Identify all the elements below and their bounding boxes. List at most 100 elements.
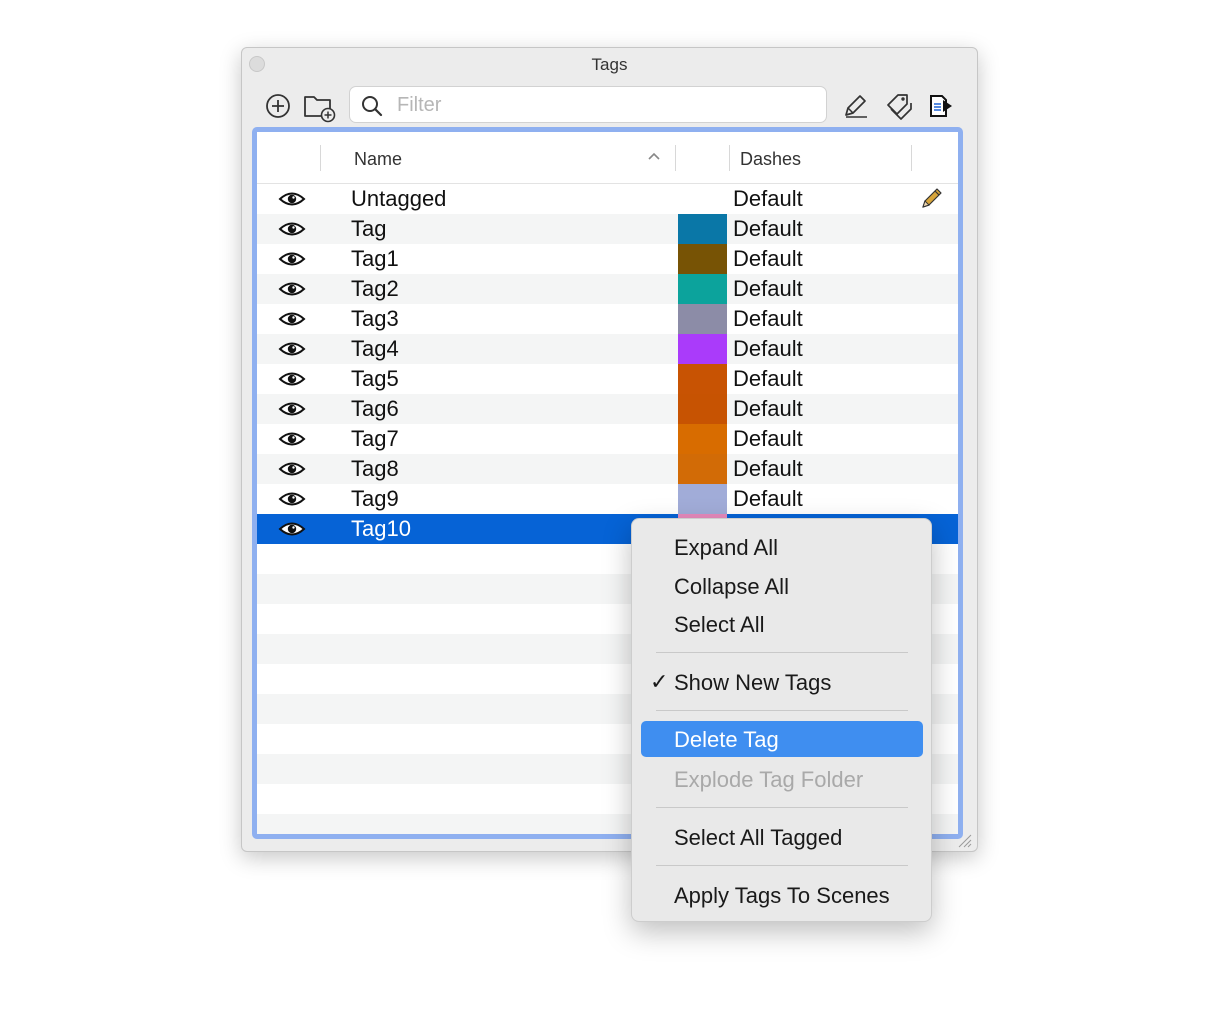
search-icon bbox=[362, 96, 383, 117]
column-header-dashes[interactable]: Dashes bbox=[740, 149, 801, 170]
eye-icon[interactable] bbox=[278, 460, 306, 478]
menu-item-apply-tags-to-scenes[interactable]: Apply Tags To Scenes bbox=[641, 877, 923, 913]
menu-item-select-all[interactable]: Select All bbox=[641, 606, 923, 642]
add-tag-button[interactable] bbox=[259, 88, 297, 124]
tag-name: Tag9 bbox=[351, 486, 399, 511]
menu-separator bbox=[656, 807, 908, 808]
tag-name: Tag bbox=[351, 216, 387, 241]
tag-color-swatch[interactable] bbox=[678, 244, 727, 274]
table-header: Name Dashes bbox=[257, 132, 958, 184]
tag-dashes[interactable]: Default bbox=[733, 486, 803, 512]
menu-item-expand-all[interactable]: Expand All bbox=[641, 529, 923, 565]
tag-dashes[interactable]: Default bbox=[733, 216, 803, 242]
column-separator bbox=[911, 145, 912, 171]
tag-name: Tag1 bbox=[351, 246, 399, 271]
tag-color-swatch[interactable] bbox=[678, 364, 727, 394]
eye-icon[interactable] bbox=[278, 280, 306, 298]
eye-icon[interactable] bbox=[278, 490, 306, 508]
menu-item-label: Expand All bbox=[674, 535, 778, 560]
menu-item-label: Delete Tag bbox=[674, 727, 779, 752]
tag-name: Tag3 bbox=[351, 306, 399, 331]
tag-name: Tag7 bbox=[351, 426, 399, 451]
tags-icon bbox=[887, 94, 912, 120]
add-tag-folder-button[interactable] bbox=[300, 88, 338, 124]
tag-name: Tag6 bbox=[351, 396, 399, 421]
eye-icon[interactable] bbox=[278, 190, 306, 208]
tag-row[interactable]: Tag5 Default bbox=[257, 364, 958, 394]
tag-color-swatch[interactable] bbox=[678, 484, 727, 514]
tag-dashes[interactable]: Default bbox=[733, 186, 803, 212]
tag-name: Untagged bbox=[351, 186, 447, 211]
pencil-tag-icon bbox=[845, 95, 867, 118]
plus-circle-icon bbox=[266, 94, 290, 118]
eye-icon[interactable] bbox=[278, 220, 306, 238]
tag-dashes[interactable]: Default bbox=[733, 276, 803, 302]
eye-icon[interactable] bbox=[278, 520, 306, 538]
eye-icon[interactable] bbox=[278, 340, 306, 358]
menu-item-label: Select All bbox=[674, 612, 765, 637]
tag-row[interactable]: Tag3 Default bbox=[257, 304, 958, 334]
menu-item-label: Explode Tag Folder bbox=[674, 767, 864, 792]
checkmark-icon: ✓ bbox=[650, 669, 669, 694]
tag-color-swatch[interactable] bbox=[678, 304, 727, 334]
tag-row[interactable]: Tag8 Default bbox=[257, 454, 958, 484]
title-bar: Tags bbox=[242, 48, 977, 80]
tag-color-swatch[interactable] bbox=[678, 424, 727, 454]
menu-separator bbox=[656, 652, 908, 653]
pencil-icon[interactable] bbox=[919, 187, 943, 211]
tags-button[interactable] bbox=[880, 88, 918, 124]
menu-separator bbox=[656, 865, 908, 866]
menu-item-label: Collapse All bbox=[674, 574, 789, 599]
eye-icon[interactable] bbox=[278, 400, 306, 418]
tag-color-swatch[interactable] bbox=[678, 214, 727, 244]
filter-input[interactable] bbox=[395, 91, 819, 120]
tag-dashes[interactable]: Default bbox=[733, 306, 803, 332]
eye-icon[interactable] bbox=[278, 310, 306, 328]
tag-name: Tag10 bbox=[351, 516, 411, 541]
edit-tag-button[interactable] bbox=[837, 88, 875, 124]
export-button[interactable] bbox=[922, 88, 960, 124]
tag-dashes[interactable]: Default bbox=[733, 246, 803, 272]
eye-icon[interactable] bbox=[278, 370, 306, 388]
tag-row[interactable]: Tag2 Default bbox=[257, 274, 958, 304]
tag-row[interactable]: Tag9 Default bbox=[257, 484, 958, 514]
sort-ascending-icon[interactable] bbox=[647, 150, 661, 164]
tag-color-swatch[interactable] bbox=[678, 334, 727, 364]
export-icon bbox=[930, 95, 952, 117]
filter-field[interactable] bbox=[349, 86, 827, 123]
column-separator bbox=[320, 145, 321, 171]
tag-row[interactable]: Tag1 Default bbox=[257, 244, 958, 274]
tag-dashes[interactable]: Default bbox=[733, 456, 803, 482]
tag-name: Tag8 bbox=[351, 456, 399, 481]
folder-plus-icon bbox=[304, 96, 336, 123]
tag-dashes[interactable]: Default bbox=[733, 366, 803, 392]
tag-name: Tag2 bbox=[351, 276, 399, 301]
tag-color-swatch[interactable] bbox=[678, 394, 727, 424]
menu-item-delete-tag[interactable]: Delete Tag bbox=[641, 721, 923, 757]
eye-icon[interactable] bbox=[278, 250, 306, 268]
menu-item-explode-tag-folder: Explode Tag Folder bbox=[641, 761, 923, 797]
column-header-name[interactable]: Name bbox=[354, 149, 402, 170]
menu-separator bbox=[656, 710, 908, 711]
menu-item-collapse-all[interactable]: Collapse All bbox=[641, 568, 923, 604]
tag-row[interactable]: Tag Default bbox=[257, 214, 958, 244]
tag-dashes[interactable]: Default bbox=[733, 336, 803, 362]
context-menu: Expand All Collapse All Select All ✓ Sho… bbox=[631, 518, 932, 922]
tag-name: Tag4 bbox=[351, 336, 399, 361]
eye-icon[interactable] bbox=[278, 430, 306, 448]
column-separator bbox=[675, 145, 676, 171]
tag-name: Tag5 bbox=[351, 366, 399, 391]
menu-item-show-new-tags[interactable]: ✓ Show New Tags bbox=[641, 664, 923, 700]
tag-row[interactable]: Tag4 Default bbox=[257, 334, 958, 364]
resize-grip-icon[interactable] bbox=[956, 832, 972, 848]
menu-item-label: Select All Tagged bbox=[674, 825, 843, 850]
menu-item-select-all-tagged[interactable]: Select All Tagged bbox=[641, 819, 923, 855]
tag-color-swatch[interactable] bbox=[678, 454, 727, 484]
column-separator bbox=[729, 145, 730, 171]
tag-row[interactable]: Untagged Default bbox=[257, 184, 958, 214]
tag-row[interactable]: Tag6 Default bbox=[257, 394, 958, 424]
tag-row[interactable]: Tag7 Default bbox=[257, 424, 958, 454]
tag-dashes[interactable]: Default bbox=[733, 396, 803, 422]
tag-dashes[interactable]: Default bbox=[733, 426, 803, 452]
tag-color-swatch[interactable] bbox=[678, 274, 727, 304]
